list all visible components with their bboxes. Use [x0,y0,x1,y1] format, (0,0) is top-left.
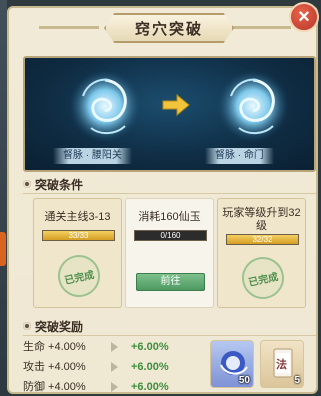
condition-card-jade: 消耗160仙玉 0/160 前往 [125,198,214,308]
acupoint-scene: 督脉 · 腰阳关 督脉 · 命门 [23,56,316,172]
next-acupoint-label: 督脉 · 命门 [205,148,274,164]
condition-progress-bar: 33/33 [42,230,115,241]
condition-title: 消耗160仙玉 [138,211,201,223]
arrow-right-icon [162,94,190,116]
goto-button[interactable]: 前往 [136,273,205,291]
item-count: 5 [294,375,300,386]
acupoint-swirl-icon-current [69,70,141,142]
page-title: 窍穴突破 [134,20,203,38]
section-bullet-icon [23,180,31,188]
acupoint-swirl-icon-next [217,70,289,142]
condition-title: 玩家等级升到32级 [222,207,301,232]
item-count: 50 [238,375,250,386]
condition-progress-bar: 32/32 [226,234,299,245]
condition-progress-bar: 0/160 [134,230,207,241]
close-button[interactable]: × [289,2,319,32]
reward-row-hp: 生命 +4.00% +6.00% [23,341,169,353]
condition-title: 通关主线3-13 [44,211,111,223]
divider [23,193,316,194]
arrow-right-icon [111,362,118,372]
close-icon: × [298,6,310,28]
arrow-right-icon [111,342,118,352]
condition-card-level: 玩家等级升到32级 32/32 已完成 [217,198,306,308]
condition-card-mainline: 通关主线3-13 33/33 已完成 [33,198,122,308]
reward-row-attack: 攻击 +4.00% +6.00% [23,361,169,373]
completed-stamp-icon: 已完成 [54,251,104,301]
side-tab[interactable] [0,232,6,266]
rewards-header: 突破奖励 [23,318,83,334]
reward-item-dharma-scroll[interactable]: 法 5 [260,340,304,388]
reward-item-spirit-orb[interactable]: 50 [210,340,254,388]
arrow-right-icon [111,382,118,392]
current-acupoint-label: 督脉 · 腰阳关 [53,148,132,164]
section-bullet-icon [23,322,31,330]
item-badge: 法 [276,359,287,371]
breakthrough-panel: 窍穴突破 督脉 · 腰阳关 督脉 · 命门 突破条件 通关主线3-13 33/3… [7,6,318,394]
reward-row-defense: 防御 +4.00% +6.00% [23,381,169,393]
completed-stamp-icon: 已完成 [238,253,288,303]
left-edge [0,0,7,396]
title-banner: 窍穴突破 [104,13,234,43]
conditions-header: 突破条件 [23,176,83,192]
divider [23,335,316,336]
title-decoration-left [39,26,99,29]
title-decoration-right [231,26,291,29]
